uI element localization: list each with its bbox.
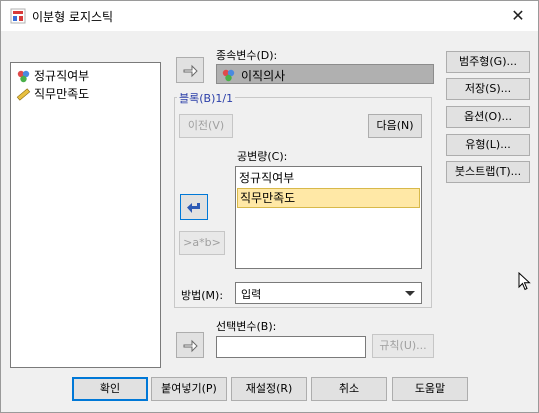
options-button[interactable]: 옵션(O)... bbox=[446, 106, 530, 128]
dependent-field[interactable]: 이직의사 bbox=[216, 64, 434, 84]
close-icon: ✕ bbox=[511, 6, 525, 25]
logistic-regression-dialog: 이분형 로지스틱 ✕ 정규직여부 직무만족도 종속변수(D): 이직의사 블록(… bbox=[0, 0, 539, 413]
interaction-button[interactable]: >a*b> bbox=[179, 231, 225, 255]
selection-variable-label: 선택변수(B): bbox=[216, 320, 277, 333]
arrow-right-icon bbox=[183, 339, 198, 353]
covariates-list[interactable]: 정규직여부 직무만족도 bbox=[235, 166, 422, 269]
mouse-pointer-icon bbox=[518, 272, 531, 291]
save-button[interactable]: 저장(S)... bbox=[446, 78, 530, 100]
cancel-button[interactable]: 취소 bbox=[311, 377, 387, 401]
nominal-variable-icon bbox=[222, 69, 235, 82]
move-from-covariates-button[interactable] bbox=[180, 194, 208, 220]
app-icon bbox=[10, 8, 26, 24]
list-item[interactable]: 정규직여부 bbox=[14, 67, 89, 85]
window-title: 이분형 로지스틱 bbox=[32, 10, 114, 24]
variable-label: 정규직여부 bbox=[34, 69, 90, 83]
covariate-label: 직무만족도 bbox=[240, 191, 296, 205]
dependent-label: 종속변수(D): bbox=[216, 49, 278, 62]
rule-button[interactable]: 규칙(U)... bbox=[372, 334, 434, 358]
title-bar: 이분형 로지스틱 ✕ bbox=[1, 1, 538, 31]
paste-button[interactable]: 붙여넣기(P) bbox=[151, 377, 227, 401]
method-label: 방법(M): bbox=[181, 289, 224, 302]
arrow-right-icon bbox=[183, 64, 198, 78]
bootstrap-button[interactable]: 붓스트랩(T)... bbox=[446, 161, 530, 183]
categorical-button[interactable]: 범주형(G)... bbox=[446, 51, 530, 73]
method-dropdown[interactable]: 입력 bbox=[235, 282, 422, 304]
nominal-variable-icon bbox=[17, 70, 30, 83]
list-item-selected[interactable]: 직무만족도 bbox=[237, 188, 420, 208]
covariate-label: 정규직여부 bbox=[239, 171, 295, 185]
variable-label: 직무만족도 bbox=[34, 87, 90, 101]
selection-variable-field[interactable] bbox=[216, 336, 366, 358]
ok-button[interactable]: 확인 bbox=[72, 377, 148, 401]
chevron-down-icon bbox=[405, 291, 415, 296]
reset-button[interactable]: 재설정(R) bbox=[231, 377, 307, 401]
next-block-button[interactable]: 다음(N) bbox=[368, 114, 422, 138]
scale-variable-icon bbox=[16, 88, 31, 101]
list-item[interactable]: 직무만족도 bbox=[14, 85, 89, 103]
style-button[interactable]: 유형(L)... bbox=[446, 134, 530, 156]
arrow-left-icon bbox=[187, 203, 200, 213]
move-to-dependent-button[interactable] bbox=[176, 57, 204, 83]
block-title: 블록(B)1/1 bbox=[177, 90, 236, 106]
previous-block-button[interactable]: 이전(V) bbox=[179, 114, 233, 138]
dependent-value: 이직의사 bbox=[241, 69, 286, 83]
covariates-label: 공변량(C): bbox=[237, 150, 288, 163]
list-item[interactable]: 정규직여부 bbox=[237, 169, 420, 187]
source-variable-list[interactable]: 정규직여부 직무만족도 bbox=[10, 62, 161, 368]
method-value: 입력 bbox=[241, 288, 262, 301]
close-button[interactable]: ✕ bbox=[498, 1, 538, 31]
move-to-selection-button[interactable] bbox=[176, 332, 204, 358]
help-button[interactable]: 도움말 bbox=[392, 377, 468, 401]
